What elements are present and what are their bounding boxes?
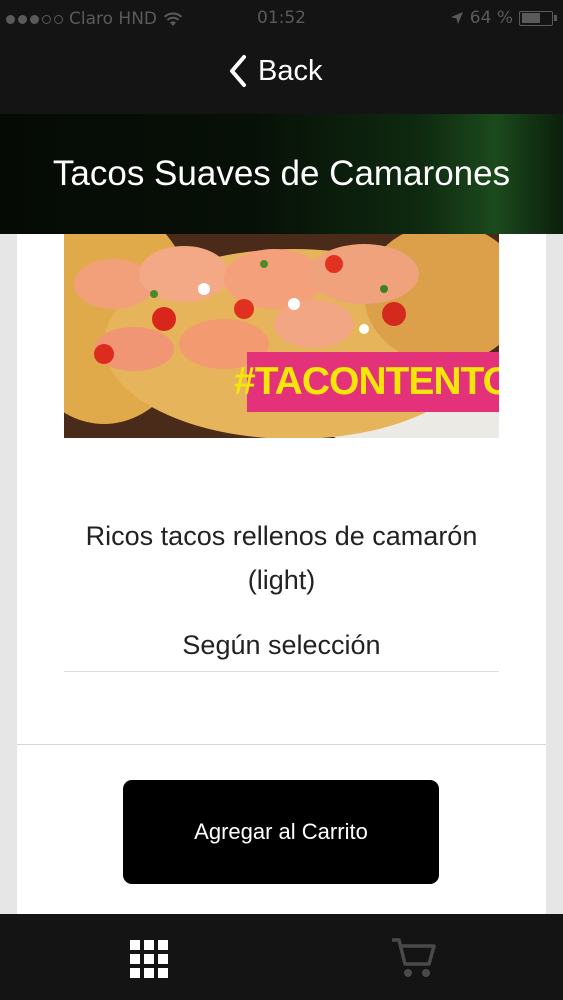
- shopping-cart-icon: [392, 938, 436, 977]
- section-divider: [17, 744, 546, 745]
- tab-menu[interactable]: [130, 940, 168, 982]
- battery-percentage: 64 %: [469, 8, 513, 28]
- product-description: Ricos tacos rellenos de camarón (light): [17, 514, 546, 602]
- product-image: #TACONTENTO: [64, 234, 499, 438]
- tab-cart[interactable]: [390, 936, 436, 984]
- description-line-2: (light): [247, 565, 316, 595]
- title-banner: Tacos Suaves de Camarones: [0, 114, 563, 234]
- back-label: Back: [258, 54, 323, 87]
- price-selection[interactable]: Según selección: [17, 630, 546, 661]
- add-to-cart-button[interactable]: Agregar al Carrito: [123, 780, 439, 884]
- location-arrow-icon: [450, 12, 463, 24]
- battery-icon: [519, 10, 557, 26]
- grid-menu-icon: [130, 940, 168, 978]
- hashtag-label: #TACONTENTO: [234, 352, 499, 412]
- status-right: 64 %: [450, 8, 557, 28]
- page-title: Tacos Suaves de Camarones: [52, 154, 511, 193]
- back-button[interactable]: Back: [228, 54, 322, 88]
- chevron-left-icon: [230, 55, 246, 87]
- selection-underline: [64, 671, 499, 672]
- tab-bar: [0, 914, 563, 1000]
- navigation-bar: Back: [0, 36, 563, 114]
- description-line-1: Ricos tacos rellenos de camarón: [85, 521, 478, 551]
- hashtag-text: #TACONTENTO: [234, 360, 499, 403]
- status-bar: Claro HND 01:52 64 %: [0, 0, 563, 36]
- product-card: #TACONTENTO Ricos tacos rellenos de cama…: [17, 234, 546, 914]
